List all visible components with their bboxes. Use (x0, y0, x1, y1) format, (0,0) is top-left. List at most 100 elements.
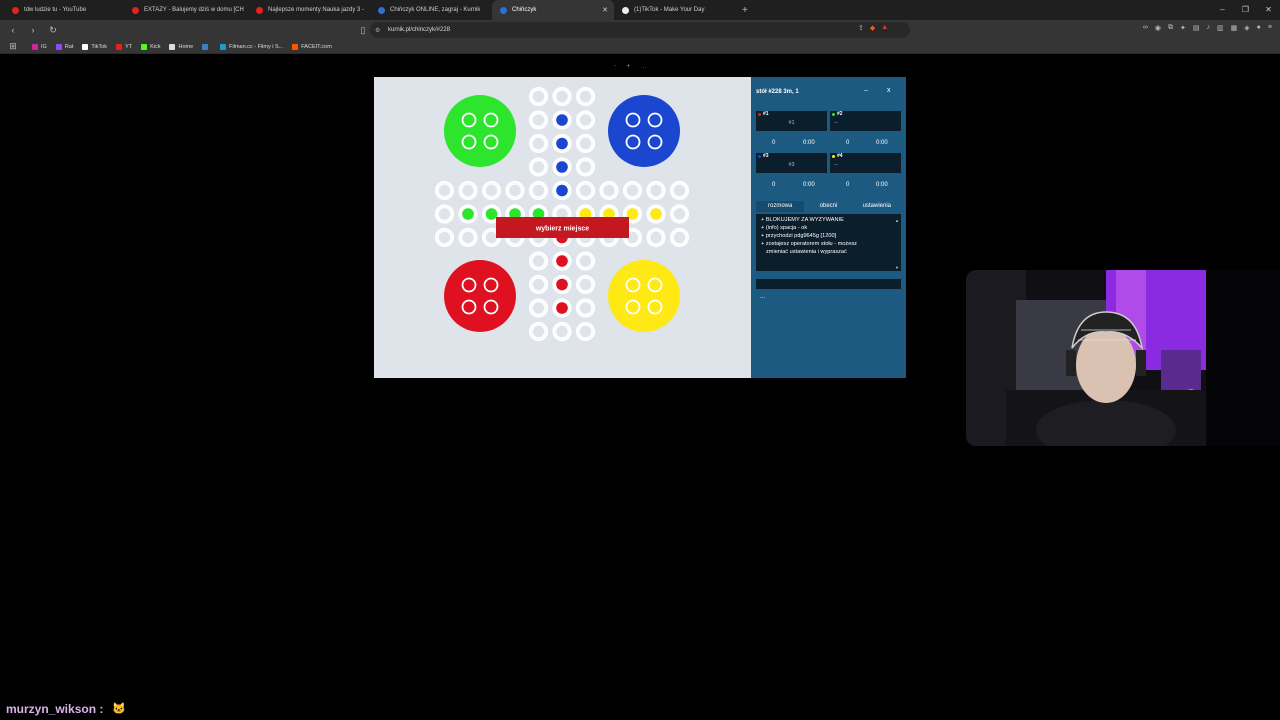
home-field[interactable] (556, 184, 568, 197)
home-field[interactable] (556, 255, 568, 267)
bookmark-filman[interactable]: Filman.cc - Filmy i S... (220, 43, 283, 50)
bookmark-link[interactable] (202, 43, 211, 50)
board-field[interactable] (437, 183, 452, 198)
scroll-up-icon[interactable]: ▲ (895, 218, 899, 223)
home-field[interactable] (462, 208, 474, 220)
sidebar-icon[interactable]: ▤ (1193, 24, 1200, 32)
board-field[interactable] (578, 112, 593, 128)
forward-icon[interactable]: › (26, 25, 40, 35)
home-field[interactable] (556, 302, 568, 314)
browser-tab[interactable]: Najlepsze momenty Nauka jazdy 3 - (248, 0, 370, 20)
home-field[interactable] (556, 161, 568, 173)
board-field[interactable] (578, 159, 593, 175)
bookmark-home[interactable]: Home (169, 43, 193, 50)
close-window-button[interactable]: ✕ (1257, 0, 1280, 20)
share-icon[interactable]: ⇪ (858, 24, 864, 32)
close-tab-icon[interactable]: ✕ (602, 6, 608, 14)
chat-log[interactable]: + BLOKUJEMY ZA WYZYWANIE + (info) spacja… (756, 214, 901, 271)
restore-window-button[interactable]: ❐ (1234, 0, 1257, 20)
rewards-icon[interactable]: ▲ (881, 24, 888, 32)
board-field[interactable] (578, 300, 593, 316)
close-table-button[interactable]: x (887, 87, 891, 94)
tab-ustawienia[interactable]: ustawienia (853, 201, 901, 212)
minimize-panel-button[interactable]: – (864, 87, 868, 94)
green-base[interactable] (444, 95, 516, 167)
board-field[interactable] (531, 159, 546, 175)
music-icon[interactable]: ♪ (1207, 24, 1211, 32)
seat-3[interactable]: #3 #3 (756, 153, 827, 173)
board-field[interactable] (648, 230, 664, 245)
bookmark-faceit[interactable]: FACEIT.com (292, 43, 332, 50)
back-icon[interactable]: ‹ (6, 25, 20, 35)
new-tab-button[interactable]: + (742, 5, 748, 16)
chat-input[interactable] (756, 279, 901, 289)
red-base[interactable] (444, 260, 516, 332)
browser-tab[interactable]: (1)TikTok - Make Your Day (614, 0, 736, 20)
board-field[interactable] (531, 300, 546, 316)
seat-1[interactable]: #1 #1 (756, 111, 827, 131)
yellow-base[interactable] (608, 260, 680, 332)
seat-4[interactable]: #4 -- (830, 153, 901, 173)
zoom-out-button[interactable]: - (614, 63, 616, 70)
board-field[interactable] (672, 230, 687, 245)
tab-rozmowa[interactable]: rozmowa (756, 201, 805, 212)
address-bar[interactable]: ⚙ kurnik.pl/chinczyk/#228 (370, 22, 910, 38)
more-button[interactable]: ... (760, 294, 765, 300)
bookmark-yt[interactable]: YT (116, 43, 132, 50)
browser-tab-active[interactable]: Chińczyk ✕ (492, 0, 614, 20)
tab-obecni[interactable]: obecni (804, 201, 852, 212)
home-field[interactable] (556, 114, 568, 126)
board-field[interactable] (437, 206, 452, 222)
ludo-board[interactable]: wybierz miejsce (374, 77, 751, 378)
board-field[interactable] (578, 324, 593, 339)
board-field[interactable] (554, 324, 570, 339)
board-field[interactable] (484, 183, 499, 198)
board-field[interactable] (531, 253, 546, 269)
reload-icon[interactable]: ↻ (46, 25, 60, 36)
board-field[interactable] (672, 206, 687, 222)
bookmark-icon[interactable]: ▯ (356, 25, 370, 36)
home-field[interactable] (485, 208, 498, 220)
board-field[interactable] (460, 230, 476, 245)
zoom-in-button[interactable]: + (626, 63, 630, 70)
scroll-down-icon[interactable]: ▼ (895, 265, 899, 270)
board-field[interactable] (531, 277, 546, 292)
puzzle-icon[interactable]: ✦ (1180, 24, 1186, 32)
board-field[interactable] (531, 183, 546, 198)
board-field[interactable] (531, 89, 546, 104)
home-field[interactable] (556, 137, 568, 150)
board-field[interactable] (531, 112, 546, 128)
board-field[interactable] (578, 183, 593, 198)
choose-seat-label[interactable]: wybierz miejsce (535, 226, 589, 233)
vpn-icon[interactable]: ∞ (1143, 24, 1148, 32)
audio-icon[interactable]: ◉ (1155, 24, 1161, 32)
board-field[interactable] (437, 230, 452, 245)
bookmark-ig[interactable]: IG (32, 43, 47, 50)
split-view-icon[interactable]: ▥ (1217, 24, 1224, 32)
home-field[interactable] (650, 208, 662, 220)
browser-tab[interactable]: tdw ludzie tu - YouTube (4, 0, 124, 20)
bookmark-rat[interactable]: Rat (55, 43, 73, 50)
zoom-more-button[interactable]: ... (640, 63, 646, 70)
board-field[interactable] (460, 183, 476, 198)
board-field[interactable] (507, 183, 523, 198)
bookmark-kick[interactable]: Kick (141, 43, 160, 50)
seat-2[interactable]: #2 -- (830, 111, 901, 131)
board-canvas[interactable]: wybierz miejsce (374, 77, 751, 378)
board-field[interactable] (578, 89, 593, 104)
brave-shield-icon[interactable]: ◆ (870, 24, 875, 32)
board-field[interactable] (672, 183, 687, 198)
board-field[interactable] (554, 89, 570, 104)
wallet-icon[interactable]: ◈ (1244, 24, 1249, 32)
extension-icon[interactable]: ⧉ (1168, 24, 1173, 32)
site-info-icon[interactable]: ⚙ (375, 27, 380, 34)
board-field[interactable] (625, 183, 640, 198)
browser-tab[interactable]: Chińczyk ONLINE, zagraj - Kurnik (370, 0, 492, 20)
vpn-shield-icon[interactable]: ● (1257, 24, 1261, 32)
minimize-window-button[interactable]: – (1211, 0, 1234, 20)
apps-grid-icon[interactable]: ⊞ (6, 41, 20, 52)
board-field[interactable] (648, 183, 664, 198)
board-field[interactable] (531, 136, 546, 151)
board-field[interactable] (601, 183, 617, 198)
blue-base[interactable] (608, 95, 680, 167)
